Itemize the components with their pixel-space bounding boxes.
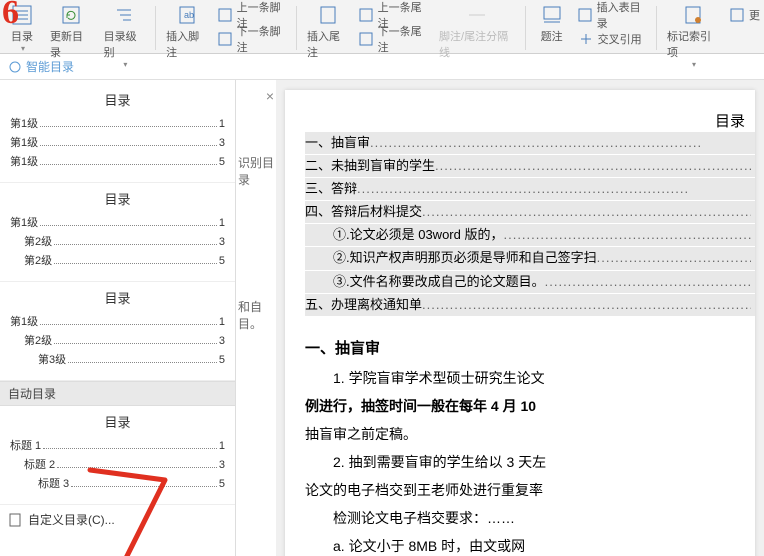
insert-fig-toc-button[interactable]: 插入表目录 (574, 4, 652, 26)
toc-icon (11, 4, 33, 26)
hint-line: 识别目录 (238, 154, 274, 188)
update-index-button[interactable]: 更 (725, 4, 764, 26)
cross-ref-button[interactable]: 交叉引用 (574, 28, 652, 50)
custom-toc-label: 自定义目录(C)... (28, 511, 115, 528)
doc-toc-row: 一、抽盲审...................................… (305, 132, 755, 154)
separator (656, 6, 657, 50)
endnote-icon (317, 4, 339, 26)
caption-label: 题注 (541, 28, 563, 44)
paragraph: 2. 抽到需要盲审的学生给以 3 天左 (305, 448, 755, 476)
main-area: 目录 第1级1 第1级3 第1级5 目录 第1级1 第2级3 第2级5 目录 第… (0, 80, 764, 556)
toc-dropdown-button[interactable]: 目录▾ (0, 2, 44, 52)
paragraph: 抽盲审之前定稿。 (305, 420, 755, 448)
document-page: 目录 一、抽盲审................................… (285, 90, 755, 556)
paragraph: 1. 学院盲审学术型硕士研究生论文 (305, 364, 755, 392)
document-viewport[interactable]: 目录 一、抽盲审................................… (276, 80, 764, 556)
toc-preset-title: 目录 (10, 90, 225, 109)
toc-preset-auto[interactable]: 目录 标题 11 标题 23 标题 35 (0, 406, 235, 505)
crossref-icon (578, 31, 594, 47)
upd-idx-label: 更 (749, 7, 760, 23)
next-footnote-button[interactable]: 下一条脚注 (214, 28, 292, 50)
index-icon (682, 4, 704, 26)
close-button[interactable]: × (266, 88, 274, 104)
custom-toc-menu[interactable]: 自定义目录(C)... (0, 505, 235, 534)
prev-icon (359, 7, 374, 23)
gallery-group-auto: 自动目录 (0, 381, 235, 406)
doc-toc-row: 三、答辩....................................… (305, 178, 755, 200)
hint-line: 和自 (238, 298, 274, 315)
paragraph: 例进行，抽签时间一般在每年 4 月 10 (305, 398, 536, 414)
toc-level-button[interactable]: 目录级别▾ (98, 2, 152, 52)
update-toc-label: 更新目录 (50, 28, 92, 60)
smart-toc-label: 智能目录 (26, 58, 74, 75)
caption-icon (541, 4, 563, 26)
insert-footnote-button[interactable]: ab 插入脚注 (160, 2, 214, 52)
caption-button[interactable]: 题注 (530, 2, 574, 52)
next-footnote-label: 下一条脚注 (237, 23, 288, 55)
paragraph: a. 论文小于 8MB 时，由文或网 (305, 532, 755, 556)
toc-label: 目录 (11, 28, 33, 44)
ribbon-toolbar: 目录▾ 更新目录 目录级别▾ ab 插入脚注 上一条脚注 下一条脚注 插入尾注 … (0, 0, 764, 54)
next-icon (359, 31, 374, 47)
cross-ref-label: 交叉引用 (598, 31, 642, 47)
cloud-icon (8, 60, 22, 74)
doc-toc-row: 五、办理离校通知单...............................… (305, 294, 755, 316)
upd-icon (729, 7, 745, 23)
separator (155, 6, 156, 50)
separator (525, 6, 526, 50)
prev-icon (218, 7, 233, 23)
doc-toc-row: ③.文件名称要改成自己的论文题目。.......................… (305, 271, 755, 293)
refresh-icon (60, 4, 82, 26)
sep-icon (466, 4, 488, 26)
doc-icon (8, 513, 22, 527)
page-toc-title: 目录 (715, 113, 745, 130)
doc-toc-row: ②.知识产权声明那页必须是导师和自己签字扫...................… (305, 247, 755, 269)
fn-sep-label: 脚注/尾注分隔线 (439, 28, 515, 60)
doc-toc-row: 四、答辩后材料提交...............................… (305, 201, 755, 223)
toc-preset-1[interactable]: 目录 第1级1 第1级3 第1级5 (0, 84, 235, 183)
toc-gallery-panel: 目录 第1级1 第1级3 第1级5 目录 第1级1 第2级3 第2级5 目录 第… (0, 80, 236, 556)
hint-line: 目。 (238, 315, 274, 332)
fig-toc-label: 插入表目录 (597, 0, 648, 31)
level-icon (113, 4, 135, 26)
mark-index-button[interactable]: 标记索引项▾ (661, 2, 725, 52)
doc-toc-row: 二、未抽到盲审的学生..............................… (305, 155, 755, 177)
figtoc-icon (578, 7, 593, 23)
update-toc-button[interactable]: 更新目录 (44, 2, 98, 52)
doc-toc-row: ①.论文必须是 03word 版的，......................… (305, 224, 755, 246)
separator (296, 6, 297, 50)
toc-line-page: 1 (219, 118, 225, 130)
heading: 一、抽盲审 (305, 334, 755, 364)
next-icon (218, 31, 233, 47)
toc-preset-3[interactable]: 目录 第1级1 第2级3 第3级5 (0, 282, 235, 381)
next-endnote-label: 下一条尾注 (378, 23, 429, 55)
hint-pane: × 识别目录 和自 目。 (236, 80, 276, 556)
insert-footnote-label: 插入脚注 (166, 28, 208, 60)
toc-preset-2[interactable]: 目录 第1级1 第2级3 第2级5 (0, 183, 235, 282)
footnote-separator-button[interactable]: 脚注/尾注分隔线 (433, 2, 521, 52)
paragraph: 检测论文电子档交要求：…… (305, 504, 755, 532)
footnote-icon: ab (176, 4, 198, 26)
paragraph: 论文的电子档交到王老师处进行重复率 (305, 476, 755, 504)
toc-line-label: 第1级 (10, 115, 38, 131)
next-endnote-button[interactable]: 下一条尾注 (355, 28, 433, 50)
toc-level-label: 目录级别 (104, 28, 146, 60)
insert-endnote-button[interactable]: 插入尾注 (301, 2, 355, 52)
insert-endnote-label: 插入尾注 (307, 28, 349, 60)
mark-index-label: 标记索引项 (667, 28, 719, 60)
svg-text:ab: ab (184, 10, 194, 20)
